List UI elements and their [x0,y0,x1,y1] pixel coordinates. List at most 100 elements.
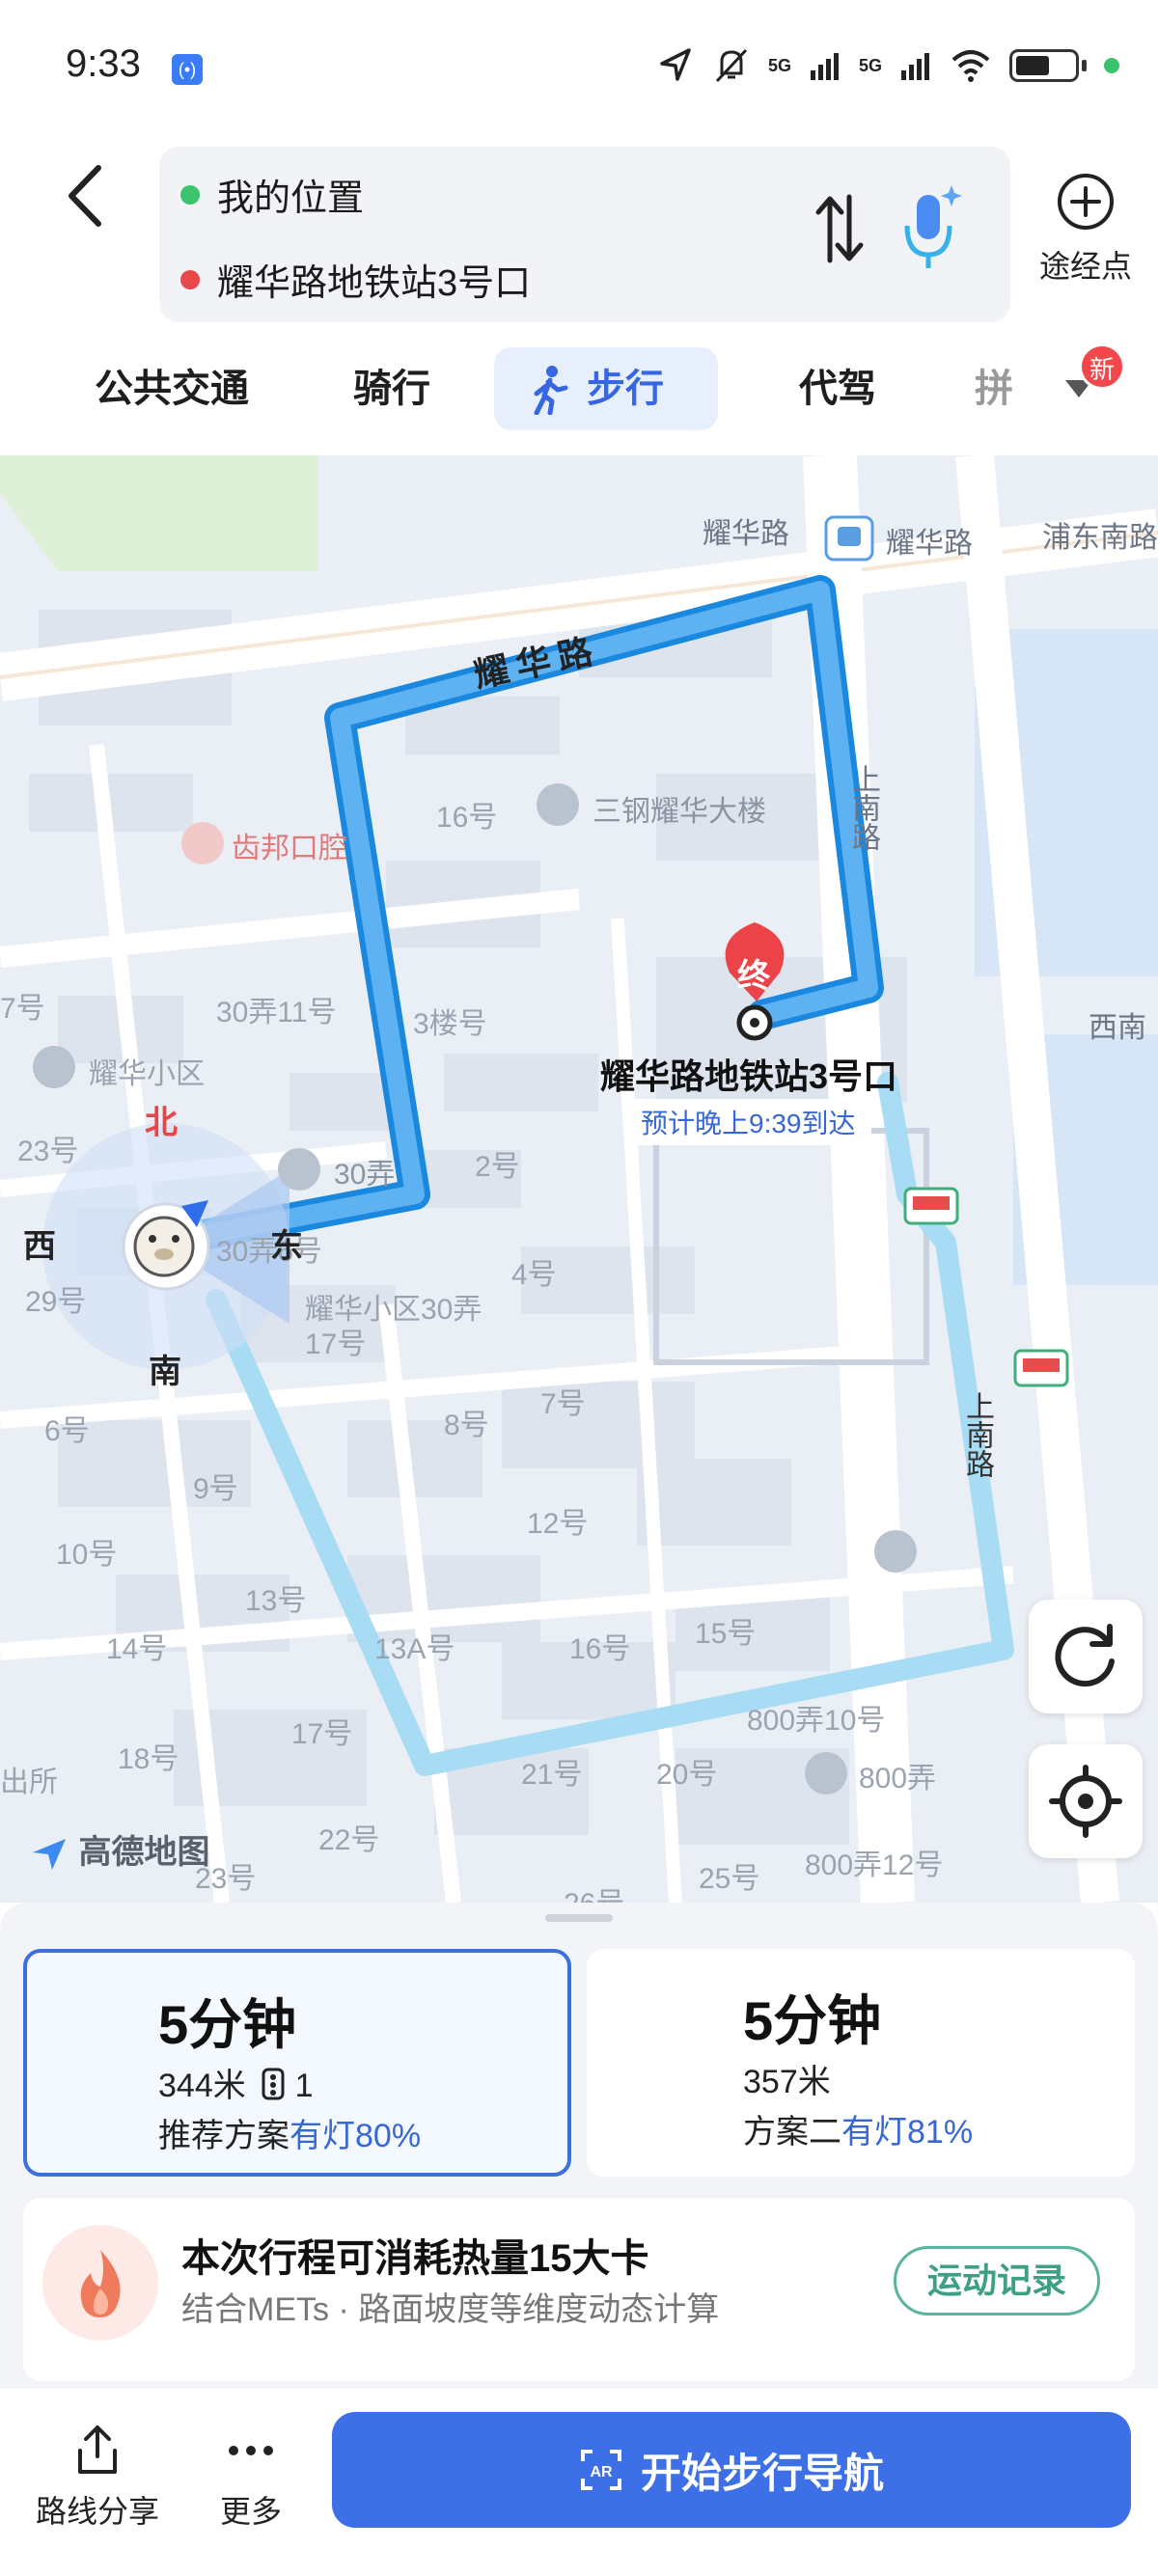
tab-cycling[interactable]: 骑行 [353,347,430,430]
plan-note-highlight: 有灯80% [290,2118,422,2154]
svg-text:AR: AR [590,2464,613,2480]
share-icon [78,2425,117,2474]
add-waypoint-button[interactable]: 途经点 [1023,172,1148,287]
poi-label: 23号 [17,1136,79,1167]
poi-label: 20号 [656,1759,718,1791]
travel-mode-tabs: 公共交通 骑行 步行 代驾 拼 [0,347,1158,434]
plan-distance: 357米 [743,2064,831,2100]
poi-label: 3楼号 [413,1008,487,1040]
poi-label: 8号 [444,1410,489,1441]
origin-row[interactable]: 我的位置 [180,168,364,221]
share-route-label: 路线分享 [35,2494,159,2529]
compass-north: 北 [145,1105,178,1141]
eta-label: 预计晚上9:39到达 [625,1099,871,1145]
battery-icon [1009,49,1079,82]
poi-label: 16号 [569,1633,631,1665]
destination-label: 耀华路地铁站3号口 [217,263,532,304]
share-route-button[interactable]: 路线分享 [35,2422,160,2532]
tab-designated-driver[interactable]: 代驾 [799,347,876,430]
amap-logo-icon [33,1839,66,1871]
start-walking-navigation-button[interactable]: AR 开始步行导航 [332,2412,1131,2528]
poi-label: 22号 [318,1824,380,1856]
destination-dot [180,269,200,289]
road-label: 上南路 [961,1391,993,1478]
plan-card-2[interactable]: 5分钟 357米 方案二有灯81% [587,1949,1135,2177]
traffic-light-icon [262,2068,285,2100]
plan-card-1[interactable]: 5分钟 344米 1 推荐方案有灯80% [23,1949,571,2177]
route-input-box: 我的位置 耀华路地铁站3号口 [159,147,1010,322]
poi-label: 12号 [527,1508,589,1540]
road-label: 浦东南路 [1042,522,1158,554]
refresh-route-button[interactable] [1029,1600,1143,1713]
poi-label: 30弄11号 [216,997,337,1028]
back-button[interactable] [60,162,118,230]
poi-label: 4号 [511,1259,557,1291]
walking-icon [534,366,568,415]
calorie-title: 本次行程可消耗热量15大卡 [181,2237,649,2280]
poi-label: 9号 [193,1473,238,1505]
calorie-card: 本次行程可消耗热量15大卡 结合METs · 路面坡度等维度动态计算 运动记录 [23,2198,1135,2381]
sheet-drag-handle[interactable] [545,1914,613,1922]
poi-label: 三钢耀华大楼 [593,796,766,828]
amap-logo: 高德地图 [31,1825,209,1873]
poi-label: 6号 [44,1415,90,1447]
origin-label: 我的位置 [217,178,365,219]
more-label: 更多 [219,2494,282,2529]
location-arrow-icon [660,48,691,81]
signal-5g-label-1: 5G [767,55,791,75]
poi-label: 10号 [56,1539,118,1571]
microphone-icon [904,185,962,268]
road-label: 西南 [1089,1012,1146,1044]
plan-distance: 344米 1 [158,2059,314,2106]
calorie-subtitle: 结合METs · 路面坡度等维度动态计算 [181,2291,720,2328]
exercise-record-button[interactable]: 运动记录 [894,2246,1100,2316]
wifi-icon [951,50,990,82]
map-view[interactable]: 耀华路 耀华路 耀华路 浦东南路 上南路 上南路 西南 齿邦口腔 三钢耀华大楼 … [0,455,1158,1903]
signal-bars-icon [810,53,839,80]
poi-label: 25号 [699,1863,760,1895]
refresh-icon [1055,1624,1115,1687]
mute-icon [715,48,748,83]
road-label: 耀华路 [703,518,789,550]
destination-title: 耀华路地铁站3号口 [600,1056,898,1096]
destination-marker-label: 终 [737,958,770,995]
compass-south: 南 [149,1354,181,1390]
signal-5g-label-2: 5G [858,55,882,75]
voice-input-button[interactable] [897,181,965,278]
status-bar: 9:33 (•) 5G 5G [0,0,1158,135]
swap-button[interactable] [811,185,868,272]
battery-tip [1082,60,1087,71]
tab-public-transit[interactable]: 公共交通 [95,347,249,430]
poi-label: 800弄10号 [747,1705,886,1737]
poi-label: 齿邦口腔 [232,833,347,864]
poi-label: 800弄12号 [805,1850,944,1881]
flame-icon [42,2225,158,2341]
ar-icon: AR [580,2450,621,2490]
tab-walking[interactable]: 步行 [494,347,718,430]
poi-label: 耀华小区 [89,1058,205,1090]
more-dots-icon [229,2446,273,2455]
road-label: 上南路 [847,764,879,851]
poi-label: 18号 [118,1743,179,1775]
poi-label: 26号 [564,1879,624,1903]
plan-time: 5分钟 [743,1990,882,2051]
locate-me-button[interactable] [1029,1744,1143,1858]
flame-shape-icon [80,2250,121,2317]
traffic-light-count: 1 [294,2068,314,2104]
tab-carpool[interactable]: 拼 [975,347,1023,430]
poi-label: 800弄 [859,1763,937,1795]
destination-row[interactable]: 耀华路地铁站3号口 [180,253,531,306]
poi-label: 7号 [0,993,45,1025]
status-time: 9:33 [66,42,141,85]
poi-label: 30弄 [334,1159,396,1191]
poi-label: 7号 [540,1388,586,1420]
plan-distance-value: 344米 [158,2068,246,2104]
privacy-dot-icon [1104,58,1119,73]
chevron-left-icon [69,165,101,227]
plan-note: 推荐方案有灯80% [158,2109,421,2156]
swap-arrows-icon [815,194,864,263]
poi-label: 17号 [291,1718,353,1750]
poi-label: 耀华小区30弄17号 [305,1294,482,1360]
poi-label: 出所 [0,1767,58,1798]
more-button[interactable]: 更多 [210,2422,291,2532]
